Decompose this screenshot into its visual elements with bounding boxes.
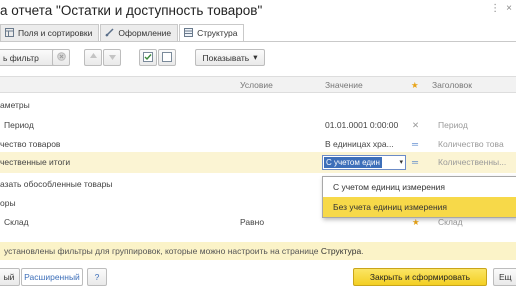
add-filter-label: ь фильтр — [3, 52, 39, 63]
info-end: . — [361, 246, 364, 256]
simple-mode-label: ый — [3, 272, 15, 282]
row-name: азать обособленные товары — [0, 179, 113, 189]
tab-label: Поля и сортировки — [18, 28, 93, 38]
checkbox-empty-icon — [162, 51, 172, 64]
info-message: установлены фильтры для группировок, кот… — [4, 246, 321, 256]
tab-divider — [0, 41, 516, 42]
column-condition: Условие — [240, 80, 273, 90]
info-text: установлены фильтры для группировок, кот… — [4, 246, 364, 256]
row-title[interactable]: Склад — [438, 217, 463, 227]
tab-formatting[interactable]: Оформление — [100, 24, 179, 41]
move-down-button[interactable] — [103, 49, 121, 66]
tab-label: Структура — [197, 28, 238, 38]
combobox-value: С учетом един — [324, 157, 382, 168]
footer: ый Расширенный ? Закрыть и сформировать … — [0, 268, 516, 288]
row-title[interactable]: Период — [438, 120, 468, 130]
tab-structure[interactable]: Структура — [179, 24, 245, 41]
value-combobox[interactable]: С учетом един ▾ — [322, 155, 406, 170]
tab-fields[interactable]: Поля и сортировки — [0, 24, 100, 41]
column-value: Значение — [325, 80, 363, 90]
show-menu-button[interactable]: Показывать ▾ — [195, 49, 265, 66]
tab-label: Оформление — [118, 28, 172, 38]
fields-icon — [5, 27, 14, 39]
question-icon: ? — [94, 272, 100, 282]
toolbar: ь фильтр Показывать ▾ — [0, 49, 516, 66]
row-name: аметры — [0, 100, 30, 110]
more-button[interactable]: Ещ — [493, 268, 516, 286]
table-row[interactable]: Период 01.01.0001 0:00:00 ✕ Период — [0, 115, 516, 136]
move-up-button[interactable] — [84, 49, 102, 66]
simple-mode-button[interactable]: ый — [0, 268, 20, 286]
pen-icon[interactable]: ═ — [412, 139, 418, 149]
checkbox-checked-icon — [143, 51, 153, 64]
row-title[interactable]: Количественны... — [438, 157, 506, 167]
row-name: оры — [0, 198, 16, 208]
row-value[interactable]: В единицах хра... — [325, 139, 394, 149]
star-icon: ★ — [411, 80, 419, 90]
delete-button[interactable] — [52, 49, 70, 66]
column-title: Заголовок — [432, 80, 472, 90]
row-value[interactable]: 01.01.0001 0:00:00 — [325, 120, 398, 130]
close-icon[interactable]: ✕ — [412, 120, 419, 131]
row-condition[interactable]: Равно — [240, 217, 264, 227]
delete-icon — [56, 52, 66, 63]
row-title[interactable]: Количество това — [438, 139, 504, 149]
table-row[interactable]: аметры — [0, 95, 516, 116]
chevron-down-icon: ▾ — [253, 52, 258, 62]
close-and-generate-button[interactable]: Закрыть и сформировать — [353, 268, 487, 286]
pen-icon[interactable]: ═ — [412, 157, 418, 167]
close-icon[interactable]: × — [506, 3, 512, 14]
show-menu-label: Показывать — [202, 52, 250, 63]
chevron-down-icon[interactable]: ▾ — [399, 158, 403, 166]
row-name: чество товаров — [0, 139, 61, 149]
help-button[interactable]: ? — [87, 268, 107, 286]
row-name: Период — [4, 120, 34, 130]
dropdown-list: С учетом единиц измерения Без учета един… — [322, 176, 516, 218]
arrow-down-icon — [108, 52, 117, 63]
advanced-mode-button[interactable]: Расширенный — [21, 268, 83, 286]
more-label: Ещ — [499, 272, 512, 282]
dropdown-option-with-units[interactable]: С учетом единиц измерения — [323, 177, 516, 197]
structure-icon — [184, 27, 194, 39]
brush-icon — [105, 27, 114, 39]
row-name: чественные итоги — [0, 157, 71, 167]
advanced-mode-label: Расширенный — [24, 272, 80, 282]
star-icon[interactable]: ★ — [412, 217, 420, 228]
table-row-selected[interactable]: чественные итоги С учетом един ▾ ═ Колич… — [0, 152, 516, 173]
structure-link[interactable]: Структура — [321, 246, 361, 256]
window-title: а отчета "Остатки и доступность товаров" — [0, 3, 263, 18]
close-and-generate-label: Закрыть и сформировать — [369, 272, 471, 282]
uncheck-all-button[interactable] — [158, 49, 176, 66]
info-bar: установлены фильтры для группировок, кот… — [0, 242, 516, 260]
table-header: Условие Значение ★ Заголовок — [0, 76, 516, 93]
dropdown-option-without-units[interactable]: Без учета единиц измерения — [323, 197, 516, 217]
row-name: Склад — [4, 217, 29, 227]
more-icon[interactable]: ⋮ — [490, 3, 500, 14]
arrow-up-icon — [89, 52, 98, 63]
check-all-button[interactable] — [139, 49, 157, 66]
